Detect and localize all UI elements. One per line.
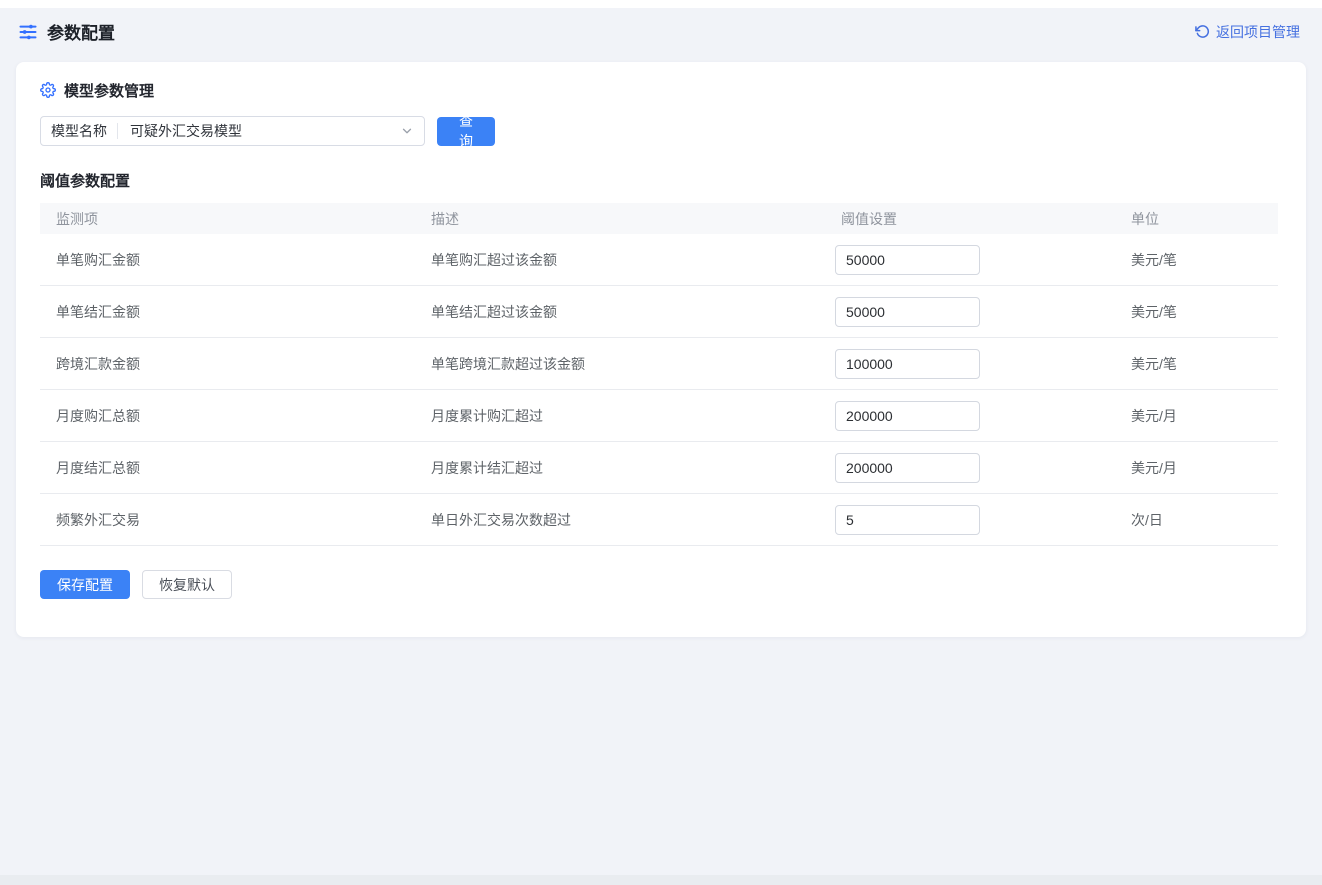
back-to-project-link[interactable]: 返回项目管理 bbox=[1195, 22, 1300, 42]
model-select-label: 模型名称 bbox=[41, 121, 117, 141]
unit-cell: 美元/笔 bbox=[1115, 250, 1278, 270]
restore-default-button[interactable]: 恢复默认 bbox=[142, 570, 232, 599]
threshold-input[interactable] bbox=[835, 401, 980, 431]
threshold-input[interactable] bbox=[835, 297, 980, 327]
top-strip bbox=[0, 0, 1322, 8]
table-row: 月度结汇总额 月度累计结汇超过 美元/月 bbox=[40, 442, 1278, 494]
table-row: 跨境汇款金额 单笔跨境汇款超过该金额 美元/笔 bbox=[40, 338, 1278, 390]
threshold-section-title: 阈值参数配置 bbox=[40, 170, 1282, 191]
unit-cell: 美元/月 bbox=[1115, 406, 1278, 426]
description-cell: 单日外汇交易次数超过 bbox=[415, 510, 825, 530]
query-button[interactable]: 查询 bbox=[437, 117, 495, 146]
unit-cell: 美元/月 bbox=[1115, 458, 1278, 478]
column-header-desc: 描述 bbox=[415, 209, 825, 229]
unit-cell: 美元/笔 bbox=[1115, 354, 1278, 374]
page-title: 参数配置 bbox=[47, 19, 115, 44]
monitor-item-cell: 单笔购汇金额 bbox=[40, 250, 415, 270]
threshold-input[interactable] bbox=[835, 505, 980, 535]
table-row: 月度购汇总额 月度累计购汇超过 美元/月 bbox=[40, 390, 1278, 442]
filter-row: 模型名称 可疑外汇交易模型 查询 bbox=[40, 116, 1282, 146]
model-parameter-panel: 模型参数管理 模型名称 可疑外汇交易模型 查询 阈值参数配置 监测项 描述 阈值… bbox=[16, 62, 1306, 637]
description-cell: 月度累计购汇超过 bbox=[415, 406, 825, 426]
monitor-item-cell: 跨境汇款金额 bbox=[40, 354, 415, 374]
table-row: 单笔结汇金额 单笔结汇超过该金额 美元/笔 bbox=[40, 286, 1278, 338]
bottom-band bbox=[0, 875, 1322, 885]
table-header: 监测项 描述 阈值设置 单位 bbox=[40, 203, 1278, 234]
description-cell: 单笔跨境汇款超过该金额 bbox=[415, 354, 825, 374]
page-header: 参数配置 返回项目管理 bbox=[0, 8, 1322, 55]
save-config-button[interactable]: 保存配置 bbox=[40, 570, 130, 599]
threshold-table: 监测项 描述 阈值设置 单位 单笔购汇金额 单笔购汇超过该金额 美元/笔 单笔结… bbox=[40, 203, 1278, 546]
sliders-icon bbox=[18, 22, 38, 42]
column-header-unit: 单位 bbox=[1115, 209, 1278, 229]
unit-cell: 次/日 bbox=[1115, 510, 1278, 530]
column-header-item: 监测项 bbox=[40, 209, 415, 229]
panel-title: 模型参数管理 bbox=[64, 80, 154, 101]
threshold-input[interactable] bbox=[835, 245, 980, 275]
undo-arrow-icon bbox=[1195, 24, 1210, 39]
unit-cell: 美元/笔 bbox=[1115, 302, 1278, 322]
model-name-select[interactable]: 模型名称 可疑外汇交易模型 bbox=[40, 116, 425, 146]
monitor-item-cell: 月度结汇总额 bbox=[40, 458, 415, 478]
monitor-item-cell: 月度购汇总额 bbox=[40, 406, 415, 426]
back-link-label: 返回项目管理 bbox=[1216, 22, 1300, 42]
description-cell: 单笔结汇超过该金额 bbox=[415, 302, 825, 322]
description-cell: 单笔购汇超过该金额 bbox=[415, 250, 825, 270]
model-select-value: 可疑外汇交易模型 bbox=[118, 121, 400, 141]
threshold-input[interactable] bbox=[835, 349, 980, 379]
threshold-input[interactable] bbox=[835, 453, 980, 483]
chevron-down-icon bbox=[400, 124, 414, 138]
gear-icon bbox=[40, 82, 56, 98]
monitor-item-cell: 单笔结汇金额 bbox=[40, 302, 415, 322]
actions-row: 保存配置 恢复默认 bbox=[40, 570, 1282, 599]
table-row: 单笔购汇金额 单笔购汇超过该金额 美元/笔 bbox=[40, 234, 1278, 286]
table-row: 频繁外汇交易 单日外汇交易次数超过 次/日 bbox=[40, 494, 1278, 546]
monitor-item-cell: 频繁外汇交易 bbox=[40, 510, 415, 530]
description-cell: 月度累计结汇超过 bbox=[415, 458, 825, 478]
column-header-threshold: 阈值设置 bbox=[825, 209, 1115, 229]
